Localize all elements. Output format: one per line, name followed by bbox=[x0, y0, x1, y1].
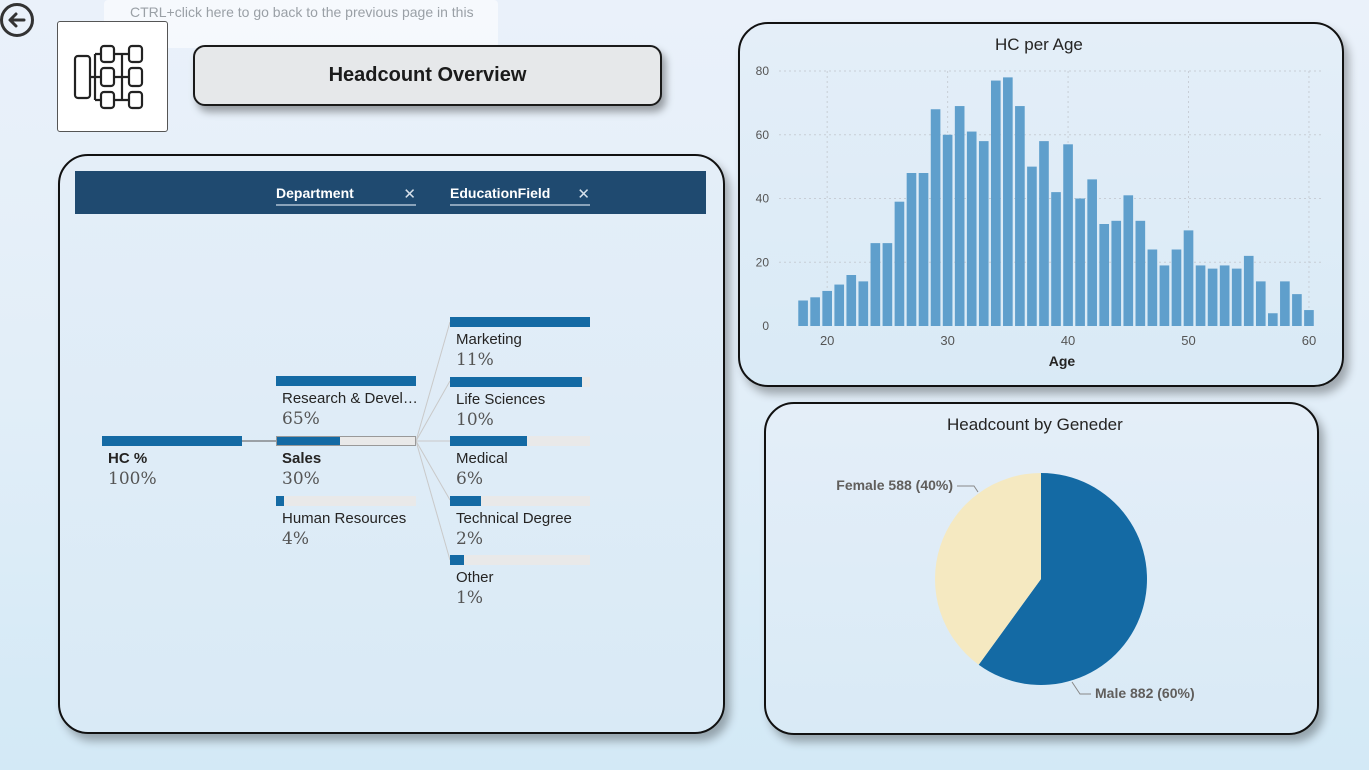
age-bar bbox=[1183, 230, 1194, 326]
age-bar bbox=[1243, 255, 1254, 326]
age-bar bbox=[954, 106, 965, 326]
department-node-bar-fill bbox=[276, 496, 285, 506]
age-bar bbox=[1147, 249, 1158, 326]
education-node-value: 10% bbox=[456, 409, 494, 430]
education-node-bar-fill bbox=[450, 376, 582, 387]
x-tick-label: 60 bbox=[1302, 333, 1316, 348]
age-bar bbox=[834, 284, 845, 326]
education-node-label: Other bbox=[456, 569, 494, 586]
age-bar bbox=[990, 80, 1001, 326]
age-bar bbox=[1075, 198, 1085, 326]
age-bar bbox=[1099, 224, 1110, 326]
x-tick-label: 30 bbox=[940, 333, 954, 348]
pie-leader-line bbox=[1071, 681, 1091, 695]
department-node-bar[interactable] bbox=[276, 376, 416, 386]
department-node-bar[interactable] bbox=[276, 496, 416, 506]
age-bar bbox=[1015, 106, 1025, 326]
education-node-bar[interactable] bbox=[450, 376, 590, 387]
age-bar bbox=[1123, 195, 1134, 326]
department-node-bar-fill bbox=[276, 376, 416, 386]
age-bar bbox=[918, 173, 929, 326]
age-bar bbox=[798, 300, 808, 326]
department-node-value: 4% bbox=[282, 529, 309, 549]
age-bar bbox=[1304, 310, 1314, 326]
x-tick-label: 50 bbox=[1181, 333, 1195, 348]
age-bar bbox=[1027, 166, 1037, 326]
x-axis-label: Age bbox=[1049, 353, 1076, 369]
root-value: 100% bbox=[108, 469, 157, 489]
education-node-value: 2% bbox=[456, 528, 483, 549]
age-bar bbox=[942, 134, 953, 326]
root-label: HC % bbox=[108, 450, 148, 467]
age-bar bbox=[810, 297, 820, 326]
x-tick-label: 20 bbox=[820, 333, 834, 348]
age-bar bbox=[822, 290, 832, 326]
age-bar bbox=[858, 281, 869, 326]
age-bar bbox=[1159, 265, 1170, 326]
x-tick-label: 40 bbox=[1061, 333, 1075, 348]
pie-leader-line bbox=[957, 485, 979, 493]
department-node-bar-fill bbox=[277, 437, 341, 445]
department-node-bar[interactable] bbox=[276, 436, 416, 446]
age-bar bbox=[1171, 249, 1182, 326]
education-node-bar-fill bbox=[450, 495, 481, 506]
age-bar bbox=[1039, 141, 1049, 326]
age-bar bbox=[978, 141, 989, 326]
age-bar bbox=[1231, 268, 1242, 326]
education-node-value: 6% bbox=[456, 469, 483, 489]
age-bar bbox=[882, 243, 893, 326]
department-node-value: 30% bbox=[282, 469, 320, 489]
y-tick-label: 0 bbox=[762, 319, 769, 333]
education-node-bar[interactable] bbox=[450, 495, 590, 506]
age-bar bbox=[1292, 294, 1302, 326]
age-histogram: 0 20 40 60 80 20 30 40 50 60 Age bbox=[756, 64, 1321, 369]
y-tick-label: 40 bbox=[756, 192, 770, 206]
education-node-value: 11% bbox=[456, 350, 494, 370]
y-tick-label: 20 bbox=[756, 255, 770, 269]
age-bar bbox=[1280, 281, 1290, 326]
education-node-bar[interactable] bbox=[450, 555, 590, 565]
age-bar bbox=[1003, 77, 1013, 326]
department-node-label: Research & Devel… bbox=[282, 390, 418, 407]
y-tick-label: 80 bbox=[756, 64, 770, 78]
age-bar bbox=[894, 201, 905, 326]
department-node-value: 65% bbox=[282, 409, 320, 429]
education-node-bar[interactable] bbox=[450, 317, 590, 327]
education-node-value: 1% bbox=[456, 588, 483, 608]
education-node-label: Technical Degree bbox=[456, 509, 572, 527]
gender-pie-chart: Male 882 (60%) Female 588 (40%) bbox=[836, 473, 1195, 701]
age-bar bbox=[966, 131, 977, 326]
age-bar bbox=[1255, 281, 1266, 326]
age-bar bbox=[1207, 268, 1218, 326]
age-bar bbox=[1111, 220, 1122, 326]
y-tick-label: 60 bbox=[756, 128, 770, 142]
education-node-bar-fill bbox=[450, 555, 464, 565]
pie-data-label: Female 588 (40%) bbox=[836, 477, 953, 493]
pie-data-label: Male 882 (60%) bbox=[1095, 685, 1195, 701]
education-node-bar-fill bbox=[450, 317, 590, 327]
age-bar bbox=[846, 275, 857, 326]
age-bar bbox=[1219, 265, 1230, 326]
age-bar bbox=[1063, 144, 1073, 326]
root-bar[interactable] bbox=[102, 436, 242, 446]
age-bar bbox=[870, 243, 881, 326]
department-node-label: Sales bbox=[282, 450, 322, 467]
age-bar bbox=[930, 109, 941, 326]
education-node-label: Life Sciences bbox=[456, 390, 546, 408]
department-node-label: Human Resources bbox=[282, 510, 407, 527]
education-node-label: Medical bbox=[456, 450, 508, 467]
age-bar bbox=[1135, 220, 1146, 326]
age-bar bbox=[1051, 192, 1061, 326]
education-node-label: Marketing bbox=[456, 331, 522, 348]
age-bar bbox=[1087, 179, 1097, 326]
education-node-bar-fill bbox=[450, 436, 527, 446]
root-bar-fill bbox=[102, 436, 242, 446]
education-node-bar[interactable] bbox=[450, 436, 590, 446]
age-bar bbox=[906, 173, 917, 326]
age-bar bbox=[1268, 313, 1278, 326]
age-bar bbox=[1195, 265, 1206, 326]
